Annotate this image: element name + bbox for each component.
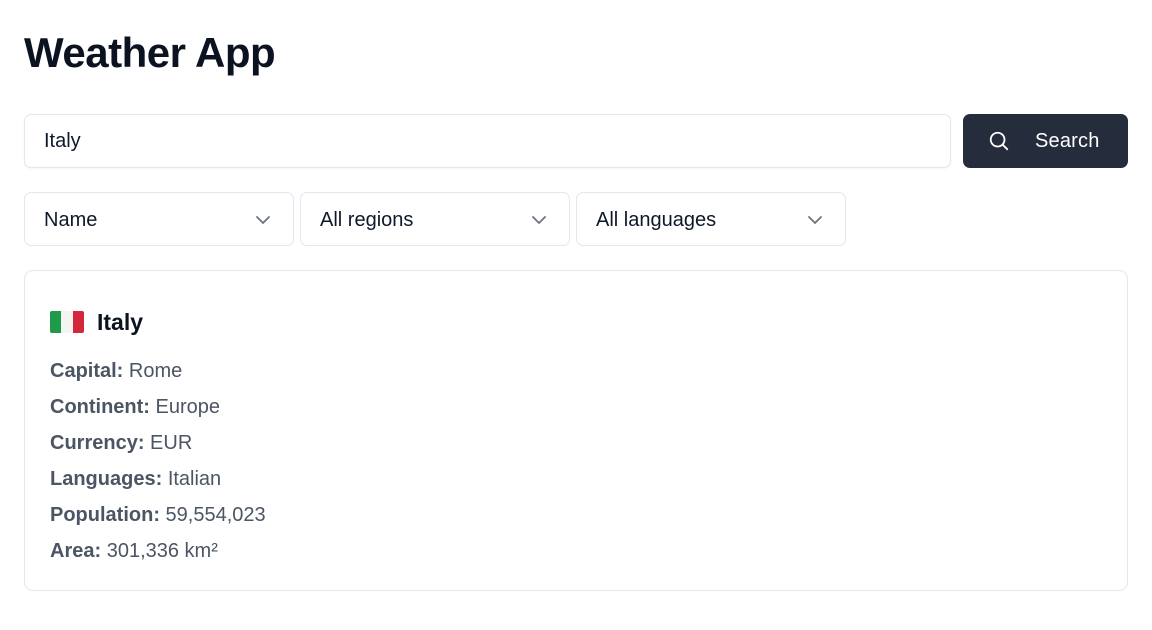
search-button-label: Search <box>1035 130 1100 152</box>
search-input[interactable] <box>24 114 951 168</box>
detail-row-languages: Languages: Italian <box>50 467 266 503</box>
country-name: Italy <box>97 308 144 335</box>
detail-value: Italian <box>167 468 222 490</box>
chevron-down-icon <box>808 216 822 224</box>
detail-label: Currency: <box>50 432 145 454</box>
detail-value: 59,554,023 <box>165 504 266 526</box>
language-select-value: All languages <box>596 209 717 231</box>
detail-row-currency: Currency: EUR <box>50 431 266 467</box>
detail-value: EUR <box>150 432 193 454</box>
search-button[interactable]: Search <box>963 114 1128 168</box>
search-bar: Search <box>24 114 1128 168</box>
detail-value: Europe <box>155 396 221 418</box>
sort-select[interactable]: Name <box>24 192 294 246</box>
detail-label: Continent: <box>50 396 150 418</box>
detail-label: Area: <box>50 540 102 562</box>
country-details: Capital: Rome Continent: Europe Currency… <box>50 359 266 575</box>
page-title: Weather App <box>24 29 276 76</box>
detail-row-population: Population: 59,554,023 <box>50 503 266 539</box>
chevron-down-icon <box>256 216 270 224</box>
region-select[interactable]: All regions <box>300 192 570 246</box>
detail-value: Rome <box>128 360 183 382</box>
detail-label: Population: <box>50 504 160 526</box>
detail-label: Languages: <box>50 468 163 490</box>
italy-flag-icon <box>50 311 84 333</box>
region-select-value: All regions <box>320 209 414 231</box>
detail-value: 301,336 km² <box>106 540 218 562</box>
chevron-down-icon <box>532 216 546 224</box>
card-header: Italy <box>50 307 143 337</box>
detail-row-capital: Capital: Rome <box>50 359 266 395</box>
sort-select-value: Name <box>44 209 98 231</box>
language-select[interactable]: All languages <box>576 192 846 246</box>
detail-label: Capital: <box>50 360 124 382</box>
search-icon <box>989 131 1009 151</box>
detail-row-continent: Continent: Europe <box>50 395 266 431</box>
country-card: Italy Capital: Rome Continent: Europe Cu… <box>24 270 1128 591</box>
detail-row-area: Area: 301,336 km² <box>50 539 266 575</box>
